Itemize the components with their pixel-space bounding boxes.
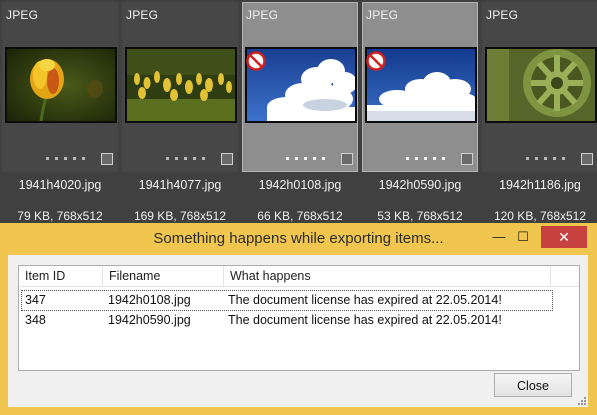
list-row[interactable]: 347 1942h0108.jpg The document license h…	[21, 290, 553, 311]
no-entry-icon	[246, 51, 266, 71]
select-checkbox[interactable]	[581, 153, 593, 165]
row-item-id: 347	[25, 293, 46, 307]
format-label: JPEG	[246, 8, 279, 22]
column-header-item-id[interactable]: Item ID	[19, 266, 103, 286]
row-item-id: 348	[25, 313, 46, 327]
thumbnail-tile-selected[interactable]: JPEG	[362, 2, 478, 172]
thumbnail-tile[interactable]: JPEG	[2, 2, 118, 172]
format-label: JPEG	[366, 8, 399, 22]
list-row[interactable]: 348 1942h0590.jpg The document license h…	[21, 311, 551, 330]
column-header-filename[interactable]: Filename	[103, 266, 224, 286]
page-dots	[406, 157, 445, 160]
thumbnail-item[interactable]: JPEG 1942h1186.jpg 120 KB, 768x512	[480, 0, 597, 225]
thumbnail-filename: 1941h4020.jpg	[18, 178, 102, 192]
format-label: JPEG	[6, 8, 39, 22]
select-checkbox[interactable]	[101, 153, 113, 165]
format-label: JPEG	[126, 8, 159, 22]
page-dots	[286, 157, 325, 160]
row-message: The document license has expired at 22.0…	[228, 313, 502, 327]
page-dots	[166, 157, 205, 160]
maximize-button[interactable]: ☐	[506, 226, 540, 248]
thumbnail-filename: 1941h4077.jpg	[138, 178, 222, 192]
no-entry-icon	[366, 51, 386, 71]
select-checkbox[interactable]	[221, 153, 233, 165]
list-header: Item ID Filename What happens	[19, 266, 579, 287]
thumbnail-item[interactable]: JPEG 1942h0590.jpg 53 KB, 768x512	[360, 0, 480, 225]
thumbnail-item[interactable]: JPEG 1941h4077.jpg 169 KB, 768x512	[120, 0, 240, 225]
row-filename: 1942h0590.jpg	[108, 313, 191, 327]
thumbnail-info: 66 KB, 768x512	[257, 209, 343, 223]
thumbnail-tile[interactable]: JPEG	[122, 2, 238, 172]
thumbnail-info: 169 KB, 768x512	[133, 209, 227, 223]
thumbnail-tile[interactable]: JPEG	[482, 2, 597, 172]
thumbnail-item[interactable]: JPEG 1942h0108.jpg 66 KB, 768x512	[240, 0, 360, 225]
resize-grip-icon[interactable]	[576, 395, 586, 405]
thumbnail-item[interactable]: JPEG 1941h4020.jpg 79 KB, 768x512	[0, 0, 120, 225]
thumbnail-filename: 1942h1186.jpg	[499, 178, 581, 192]
row-message: The document license has expired at 22.0…	[228, 293, 502, 307]
thumbnail-info: 120 KB, 768x512	[493, 209, 587, 223]
dialog-body: Item ID Filename What happens 347 1942h0…	[8, 255, 588, 407]
export-error-dialog: Something happens while exporting items.…	[0, 223, 597, 415]
format-label: JPEG	[486, 8, 519, 22]
thumbnail-image-tulip[interactable]	[5, 47, 117, 123]
thumbnail-image-gear[interactable]	[485, 47, 597, 123]
select-checkbox[interactable]	[341, 153, 353, 165]
thumbnail-tile-selected[interactable]: JPEG	[242, 2, 358, 172]
select-checkbox[interactable]	[461, 153, 473, 165]
thumbnail-info: 53 KB, 768x512	[377, 209, 463, 223]
page-dots	[526, 157, 565, 160]
column-header-what-happens[interactable]: What happens	[224, 266, 551, 286]
close-button[interactable]: Close	[494, 373, 572, 397]
thumbnail-info: 79 KB, 768x512	[17, 209, 103, 223]
thumbnail-strip: JPEG 1941h4020.jpg 79 KB, 768x512 JPEG 1…	[0, 0, 597, 225]
error-list[interactable]: Item ID Filename What happens 347 1942h0…	[18, 265, 580, 371]
row-filename: 1942h0108.jpg	[108, 293, 191, 307]
thumbnail-filename: 1942h0590.jpg	[378, 178, 462, 192]
page-dots	[46, 157, 85, 160]
thumbnail-image-tulip-field[interactable]	[125, 47, 237, 123]
close-window-button[interactable]: ✕	[541, 226, 587, 248]
thumbnail-filename: 1942h0108.jpg	[258, 178, 342, 192]
